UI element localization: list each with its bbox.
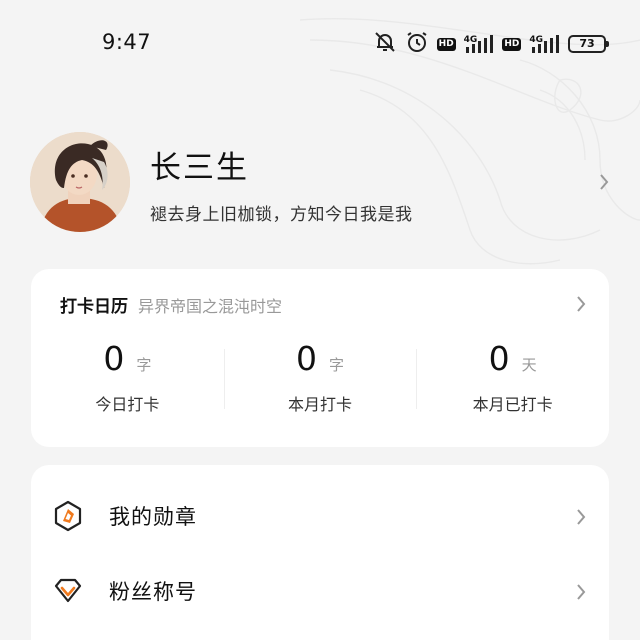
hd-badge: HD — [502, 37, 522, 51]
stat-unit: 字 — [136, 356, 152, 374]
signal-group-2: 4G — [529, 33, 560, 55]
stat-unit: 字 — [329, 356, 345, 374]
profile-header[interactable]: 长三生 褪去身上旧枷锁，方知今日我是我 — [30, 130, 620, 236]
menu-item-label: 我的勋章 — [109, 505, 197, 529]
status-bar: 9:47 HD 4G HD 4G 73 — [0, 0, 640, 88]
chevron-right-icon — [575, 507, 587, 531]
diamond-icon — [51, 574, 85, 608]
battery-icon: 73 — [568, 35, 609, 53]
checkin-calendar-card[interactable]: 打卡日历 异界帝国之混沌时空 0 字 今日打卡 0 字 本月打卡 0 天 本月已… — [31, 269, 609, 447]
hd-badge: HD — [436, 37, 456, 51]
stat-unit: 天 — [521, 356, 537, 374]
stat-month-days: 0 天 本月已打卡 — [416, 339, 609, 419]
checkin-title: 打卡日历 — [60, 297, 128, 317]
status-icons: HD 4G HD 4G 73 — [373, 30, 609, 58]
chevron-right-icon[interactable] — [575, 294, 587, 318]
stat-label: 本月已打卡 — [472, 395, 553, 414]
chevron-right-icon[interactable] — [598, 172, 610, 196]
alarm-icon — [405, 30, 429, 58]
stat-value: 0 — [103, 339, 125, 378]
menu-card: 我的勋章 粉丝称号 — [31, 465, 609, 640]
checkin-subtitle: 异界帝国之混沌时空 — [138, 297, 283, 316]
medal-icon — [51, 499, 85, 533]
signal-group-1: 4G — [464, 33, 495, 55]
avatar[interactable] — [30, 132, 130, 232]
menu-item-fan-title[interactable]: 粉丝称号 — [31, 561, 609, 621]
stat-today: 0 字 今日打卡 — [31, 339, 224, 419]
username: 长三生 — [150, 150, 249, 186]
clock: 9:47 — [102, 30, 152, 54]
signal-icon — [466, 35, 494, 53]
menu-item-label: 粉丝称号 — [109, 580, 197, 604]
stat-value: 0 — [296, 339, 317, 378]
menu-item-medals[interactable]: 我的勋章 — [31, 486, 609, 546]
signal-icon — [532, 35, 559, 53]
stat-value: 0 — [488, 339, 510, 378]
checkin-stats: 0 字 今日打卡 0 字 本月打卡 0 天 本月已打卡 — [31, 339, 609, 419]
bio-text: 褪去身上旧枷锁，方知今日我是我 — [150, 205, 413, 225]
stat-month: 0 字 本月打卡 — [223, 339, 417, 419]
checkin-card-header: 打卡日历 异界帝国之混沌时空 — [60, 292, 282, 317]
chevron-right-icon — [575, 582, 587, 606]
mute-bell-icon — [373, 30, 397, 58]
stat-label: 今日打卡 — [95, 395, 160, 414]
stat-label: 本月打卡 — [288, 395, 353, 414]
